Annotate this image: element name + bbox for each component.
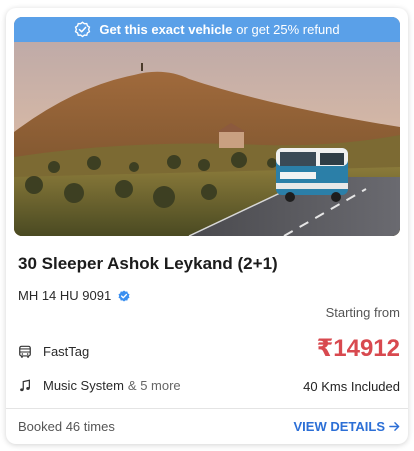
vehicle-card[interactable]: Get this exact vehicle or get 25% refund [6,8,408,444]
divider [6,408,408,409]
music-note-icon [18,379,32,393]
vehicle-title: 30 Sleeper Ashok Leykand (2+1) [18,254,278,273]
feature-fasttag: FastTag [18,344,89,359]
banner-bold-text: Get this exact vehicle [99,22,233,37]
verified-check-icon [74,21,91,38]
view-details-label[interactable]: VIEW DETAILS [294,419,385,434]
booked-count: Booked 46 times [18,419,115,434]
feature-music-system: Music System & 5 more [18,378,181,393]
bus-photo [14,17,400,236]
vehicle-plate: MH 14 HU 9091 [18,288,112,303]
banner-rest-text: or get 25% refund [236,22,340,37]
bus-icon [18,345,32,359]
exact-vehicle-banner: Get this exact vehicle or get 25% refund [14,17,400,42]
vehicle-photo-container: Get this exact vehicle or get 25% refund [14,17,400,236]
feature-more-count: & 5 more [127,378,181,393]
plate-row: MH 14 HU 9091 [18,288,130,303]
price: ₹14912 [316,335,400,362]
feature-label: Music System [43,378,124,393]
feature-label: FastTag [43,344,90,359]
starting-from-label: Starting from [325,305,400,320]
verified-badge-icon [118,289,130,302]
view-details-link[interactable]: VIEW DETAILS [294,419,400,434]
arrow-right-icon[interactable] [389,421,400,432]
kms-included: 40 Kms Included [303,379,400,394]
